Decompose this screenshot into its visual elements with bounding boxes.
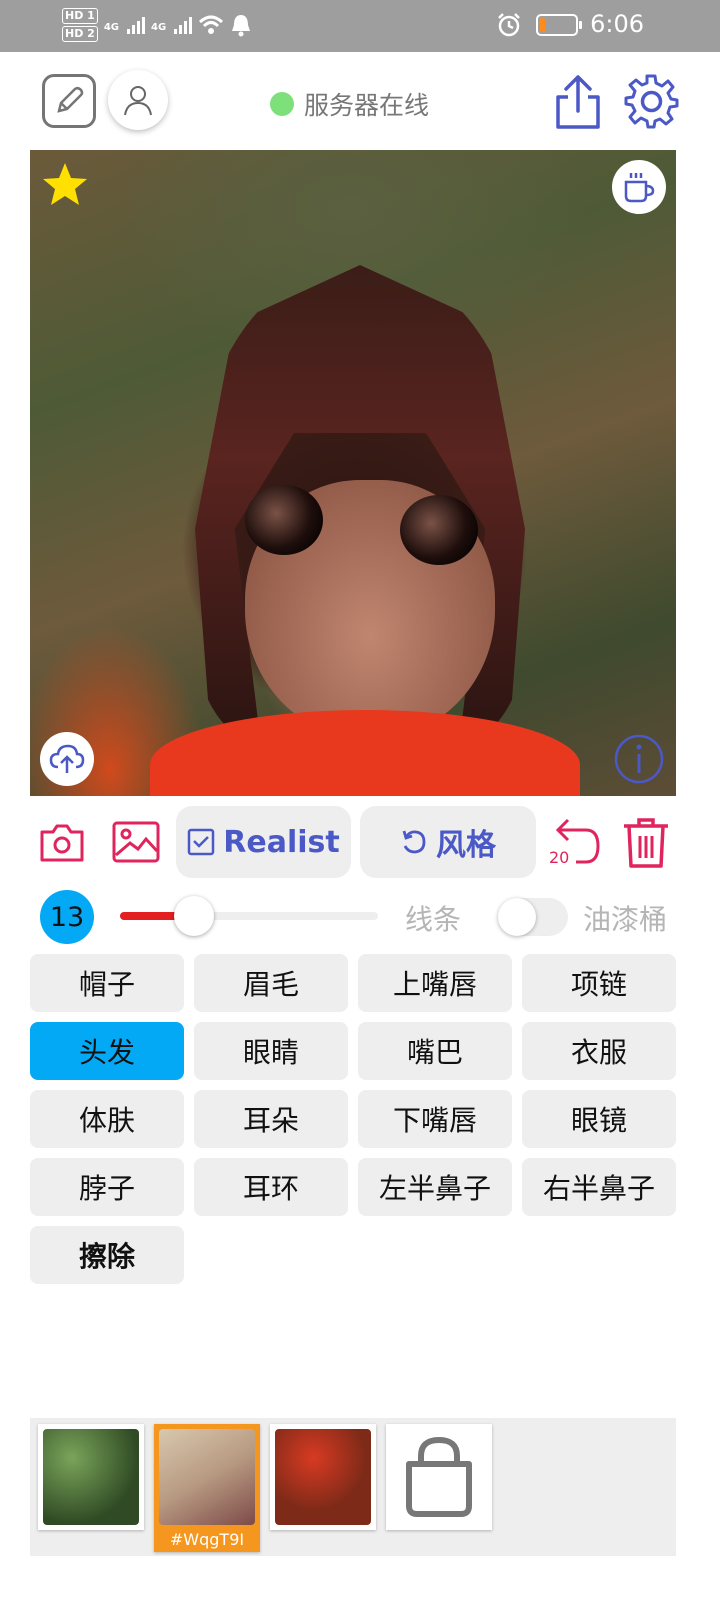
gear-icon — [624, 74, 679, 129]
server-status-dot — [270, 92, 294, 116]
part-button[interactable]: 右半鼻子 — [522, 1158, 676, 1216]
canvas-left-eye — [245, 485, 323, 555]
undo-count: 20 — [549, 848, 570, 867]
trash-icon — [624, 818, 668, 868]
clock: 6:06 — [590, 10, 644, 38]
part-button[interactable]: 左半鼻子 — [358, 1158, 512, 1216]
wifi-icon — [199, 15, 224, 34]
part-button[interactable]: 帽子 — [30, 954, 184, 1012]
user-icon — [124, 86, 152, 116]
part-button[interactable]: 头发 — [30, 1022, 184, 1080]
cloud-upload-button[interactable] — [40, 732, 94, 786]
info-icon — [614, 734, 664, 784]
part-button[interactable]: 上嘴唇 — [358, 954, 512, 1012]
network-type-1: 4G — [103, 21, 119, 33]
part-button[interactable]: 眉毛 — [194, 954, 348, 1012]
battery-icon — [536, 14, 582, 36]
profile-button[interactable] — [108, 70, 168, 130]
history-thumbnail[interactable] — [270, 1424, 376, 1530]
favorite-star-icon[interactable] — [40, 160, 90, 210]
brush-size-slider[interactable] — [120, 896, 378, 936]
part-button[interactable]: 眼睛 — [194, 1022, 348, 1080]
thumbnail-image — [159, 1429, 255, 1525]
thumbnail-image — [43, 1429, 139, 1525]
cloud-upload-icon — [49, 744, 85, 773]
signal-icon-1 — [127, 16, 145, 34]
shop-button[interactable] — [386, 1424, 492, 1530]
server-status-text: 服务器在线 — [304, 91, 430, 120]
share-button[interactable] — [552, 72, 604, 132]
camera-button[interactable] — [38, 820, 86, 866]
signal-icon-2 — [174, 16, 193, 34]
settings-button[interactable] — [622, 72, 680, 130]
share-icon — [556, 75, 600, 129]
drawing-canvas[interactable] — [30, 150, 676, 796]
delete-button[interactable] — [620, 816, 672, 870]
part-button[interactable]: 擦除 — [30, 1226, 184, 1284]
lines-mode-label: 线条 — [405, 903, 462, 936]
coffee-button[interactable] — [612, 160, 666, 214]
pencil-icon — [57, 86, 84, 113]
checkbox-icon — [188, 828, 215, 856]
realist-label: Realist — [223, 824, 340, 860]
gallery-button[interactable] — [112, 820, 160, 864]
part-button[interactable]: 下嘴唇 — [358, 1090, 512, 1148]
server-status: 服务器在线 — [270, 86, 429, 122]
status-bar: HD 1 HD 2 4G 4G 6:06 — [0, 0, 720, 52]
style-button[interactable]: 风格 — [360, 806, 536, 878]
network-type-2: 4G — [151, 21, 167, 33]
alarm-icon — [498, 13, 520, 37]
part-button[interactable]: 耳环 — [194, 1158, 348, 1216]
part-selector-grid: 帽子 眉毛 上嘴唇 项链头发 眼睛 嘴巴 衣服体肤 耳朵 下嘴唇 眼镜脖子 耳环 左半鼻子 右半鼻子擦除 — [30, 954, 676, 1284]
info-button[interactable] — [612, 732, 666, 786]
selected-thumbnail-tag: #WqgT9I — [169, 1530, 245, 1549]
hd-badge-1: HD 1 — [62, 8, 98, 24]
style-label: 风格 — [436, 828, 496, 863]
image-icon — [112, 821, 160, 863]
slider-thumb[interactable] — [173, 896, 214, 936]
edit-mode-button[interactable] — [42, 74, 96, 128]
toggle-knob — [498, 898, 536, 936]
battery-level — [540, 18, 546, 32]
part-button[interactable]: 耳朵 — [194, 1090, 348, 1148]
coffee-cup-icon — [624, 173, 655, 203]
thumbnail-image — [275, 1429, 371, 1525]
realist-button[interactable]: Realist — [176, 806, 351, 878]
paint-bucket-label: 油漆桶 — [583, 903, 668, 936]
refresh-icon — [402, 830, 426, 854]
paint-bucket-toggle[interactable] — [498, 898, 568, 936]
part-button[interactable]: 嘴巴 — [358, 1022, 512, 1080]
canvas-right-eye — [400, 495, 478, 565]
part-button[interactable]: 脖子 — [30, 1158, 184, 1216]
shopping-bag-icon — [406, 1436, 472, 1517]
camera-icon — [40, 824, 84, 862]
history-thumbnail[interactable] — [38, 1424, 144, 1530]
part-button[interactable]: 项链 — [522, 954, 676, 1012]
canvas-shirt-shape — [150, 710, 580, 796]
part-button[interactable]: 眼镜 — [522, 1090, 676, 1148]
status-left: HD 1 HD 2 4G 4G — [62, 8, 252, 42]
hd-badge-2: HD 2 — [62, 26, 98, 42]
brush-size-badge: 13 — [40, 890, 94, 944]
notification-bell-icon — [232, 15, 251, 37]
part-button[interactable]: 体肤 — [30, 1090, 184, 1148]
part-button[interactable]: 衣服 — [522, 1022, 676, 1080]
